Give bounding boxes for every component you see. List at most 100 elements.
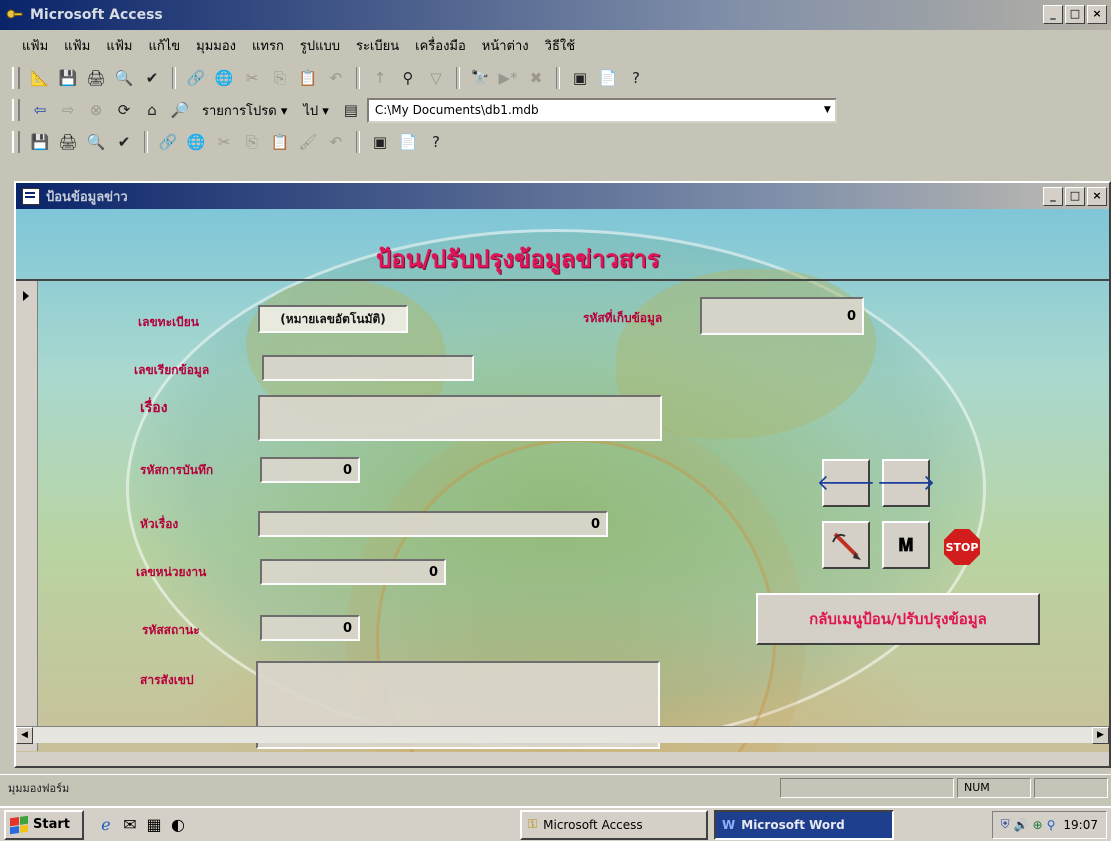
form-minimize-button[interactable]: _ <box>1043 187 1063 206</box>
search-icon[interactable]: ⚲ <box>1047 818 1056 832</box>
stop-icon[interactable]: ⊗ <box>84 98 108 122</box>
record-selector[interactable] <box>16 281 38 751</box>
outlook-express-icon[interactable]: ✉ <box>118 813 142 837</box>
menu-records[interactable]: ระเบียน <box>348 35 407 56</box>
taskbar-item-microsoft-access[interactable]: ⚿ Microsoft Access <box>520 809 708 840</box>
form-canvas: ป้อน/ปรับปรุงข้อมูลข่าวสาร เลขทะเบียน (ห… <box>16 209 1109 752</box>
sort-ascending-icon[interactable]: ↑ <box>368 66 392 90</box>
reg-no-field[interactable]: (หมายเลขอัตโนมัติ) <box>258 305 408 333</box>
new-object-icon[interactable]: 📄 <box>596 66 620 90</box>
forward-arrow-icon[interactable]: ⇨ <box>56 98 80 122</box>
record-code-field[interactable]: 0 <box>260 457 360 483</box>
spelling-icon[interactable]: ✔ <box>112 130 136 154</box>
new-record-icon[interactable]: ▶* <box>496 66 520 90</box>
menu-format[interactable]: รูปแบบ <box>292 35 348 56</box>
form-horizontal-scrollbar[interactable]: ◀ ▶ <box>16 726 1109 744</box>
print-preview-icon[interactable]: 🔍 <box>84 130 108 154</box>
channels-icon[interactable]: ◐ <box>166 813 190 837</box>
cut-icon[interactable]: ✂ <box>240 66 264 90</box>
back-arrow-icon[interactable]: ⇦ <box>28 98 52 122</box>
new-object-icon[interactable]: 📄 <box>396 130 420 154</box>
start-button[interactable]: Start <box>4 809 84 840</box>
filter-icon[interactable]: ⚲ <box>396 66 420 90</box>
print-icon[interactable]: 🖨 <box>84 66 108 90</box>
help-icon[interactable]: ? <box>424 130 448 154</box>
edit-record-button[interactable] <box>822 521 870 569</box>
status-code-label: รหัสสถานะ <box>142 623 200 637</box>
database-window-icon[interactable]: ▣ <box>568 66 592 90</box>
form-close-button[interactable]: × <box>1087 187 1107 206</box>
print-icon[interactable]: 🖨 <box>56 130 80 154</box>
taskbar-item-microsoft-word[interactable]: W Microsoft Word <box>714 809 894 840</box>
spelling-icon[interactable]: ✔ <box>140 66 164 90</box>
web-toolbar-icon[interactable]: 🌐 <box>212 66 236 90</box>
address-dropdown-icon[interactable]: ▼ <box>824 105 835 115</box>
copy-icon[interactable]: ⎘ <box>268 66 292 90</box>
search-web-icon[interactable]: 🔎 <box>168 98 192 122</box>
next-record-button[interactable]: 🡒 <box>877 459 936 507</box>
form-maximize-button[interactable]: □ <box>1065 187 1085 206</box>
minimize-button[interactable]: _ <box>1043 5 1063 24</box>
close-button[interactable]: × <box>1087 5 1107 24</box>
status-code-field[interactable]: 0 <box>260 615 360 641</box>
unit-no-field[interactable]: 0 <box>260 559 446 585</box>
menu-insert[interactable]: แทรก <box>244 35 292 56</box>
toolbar-grip[interactable] <box>12 131 20 153</box>
save-icon[interactable]: 💾 <box>28 130 52 154</box>
back-to-menu-button[interactable]: กลับเมนูป้อน/ปรับปรุงข้อมูล <box>756 593 1040 645</box>
maximize-button[interactable]: □ <box>1065 5 1085 24</box>
insert-hyperlink-icon[interactable]: 🔗 <box>184 66 208 90</box>
shield-icon[interactable]: ⛨ <box>1001 817 1010 832</box>
web-toolbar-icon[interactable]: 🌐 <box>184 130 208 154</box>
title-field[interactable] <box>258 395 662 441</box>
store-code-field[interactable]: 0 <box>700 297 864 335</box>
menu-tools[interactable]: เครื่องมือ <box>407 35 474 56</box>
menu-help[interactable]: วิธีใช้ <box>537 35 583 56</box>
undo-icon[interactable]: ↶ <box>324 66 348 90</box>
internet-explorer-icon[interactable]: ℯ <box>94 813 118 837</box>
menu-edit[interactable]: แก้ไข <box>140 35 188 56</box>
status-text: มุมมองฟอร์ม <box>8 781 70 795</box>
refresh-icon[interactable]: ⟳ <box>112 98 136 122</box>
favorites-menu[interactable]: รายการโปรด ▾ <box>196 100 293 121</box>
call-no-field[interactable] <box>262 355 474 381</box>
menu-file-2[interactable]: แฟ้ม <box>56 35 98 56</box>
show-web-toolbar-icon[interactable]: ▤ <box>339 98 363 122</box>
toolbar-grip[interactable] <box>12 67 20 89</box>
network-icon[interactable]: ⊕ <box>1033 818 1043 832</box>
menu-file-3[interactable]: แฟ้ม <box>98 35 140 56</box>
help-icon[interactable]: ? <box>624 66 648 90</box>
menu-view[interactable]: มุมมอง <box>188 35 244 56</box>
toolbar-grip[interactable] <box>12 99 20 121</box>
cut-icon[interactable]: ✂ <box>212 130 236 154</box>
show-desktop-icon[interactable]: ▦ <box>142 813 166 837</box>
insert-hyperlink-icon[interactable]: 🔗 <box>156 130 180 154</box>
subject-field[interactable]: 0 <box>258 511 608 537</box>
undo-icon[interactable]: ↶ <box>324 130 348 154</box>
database-window-icon[interactable]: ▣ <box>368 130 392 154</box>
view-icon[interactable]: 📐 <box>28 66 52 90</box>
menu-window[interactable]: หน้าต่าง <box>474 35 537 56</box>
paste-icon[interactable]: 📋 <box>268 130 292 154</box>
home-icon[interactable]: ⌂ <box>140 98 164 122</box>
delete-record-icon[interactable]: ✖ <box>524 66 548 90</box>
apply-filter-icon[interactable]: ▽ <box>424 66 448 90</box>
format-painter-icon[interactable]: 🖌 <box>296 130 320 154</box>
address-field[interactable]: C:\My Documents\db1.mdb ▼ <box>366 97 837 123</box>
call-no-label: เลขเรียกข้อมูล <box>134 363 210 377</box>
volume-icon[interactable]: 🔊 <box>1014 818 1029 832</box>
go-menu[interactable]: ไป ▾ <box>297 100 334 121</box>
find-record-button[interactable]: 𝐌 <box>882 521 930 569</box>
print-preview-icon[interactable]: 🔍 <box>112 66 136 90</box>
paste-icon[interactable]: 📋 <box>296 66 320 90</box>
save-icon[interactable]: 💾 <box>56 66 80 90</box>
web-toolbar: ⇦ ⇨ ⊗ ⟳ ⌂ 🔎 รายการโปรด ▾ ไป ▾ ▤ C:\My Do… <box>0 94 1111 126</box>
scroll-left-icon[interactable]: ◀ <box>16 727 33 744</box>
stop-button[interactable]: STOP <box>942 527 982 567</box>
copy-icon[interactable]: ⎘ <box>240 130 264 154</box>
find-icon[interactable]: 🔭 <box>468 66 492 90</box>
scroll-right-icon[interactable]: ▶ <box>1092 727 1109 744</box>
previous-record-button[interactable]: 🡐 <box>817 459 876 507</box>
form-title-bar: ป้อนข้อมูลข่าว <box>16 183 1109 209</box>
menu-file-1[interactable]: แฟ้ม <box>14 35 56 56</box>
